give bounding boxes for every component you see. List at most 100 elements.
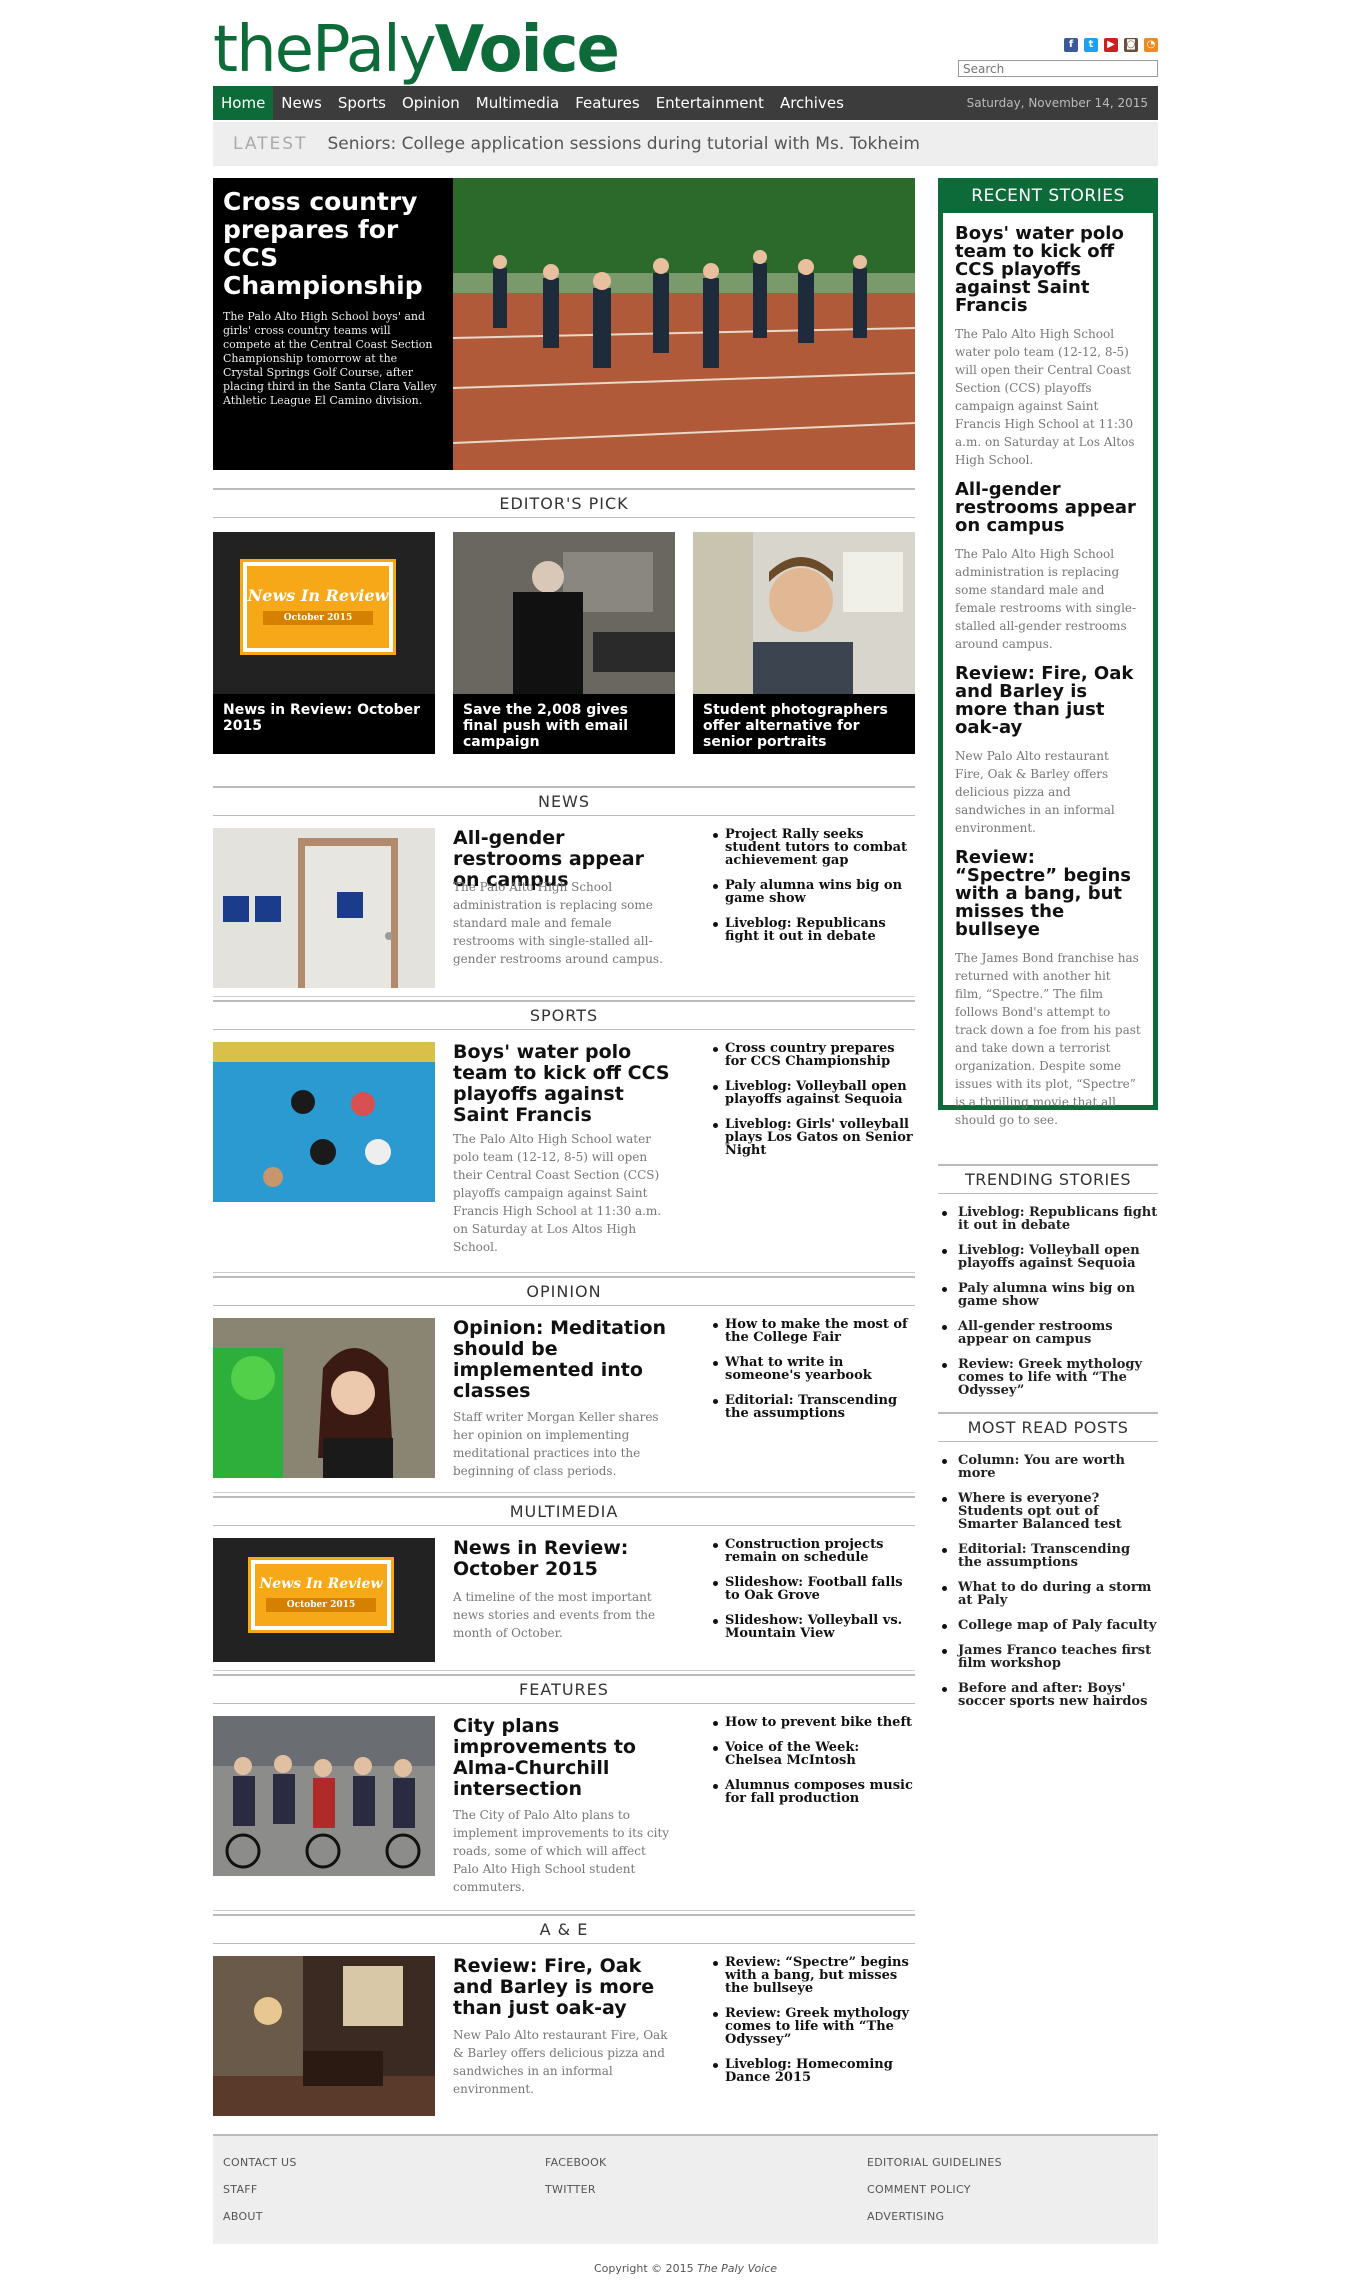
sports-title[interactable]: Boys' water polo team to kick off CCS pl… [453,1042,673,1126]
sports-link[interactable]: Liveblog: Volleyball open playoffs again… [713,1080,915,1106]
footer-twitter-link[interactable]: TWITTER [545,2183,596,2196]
divider [213,996,915,997]
search-input[interactable] [958,60,1158,77]
footer-facebook-link[interactable]: FACEBOOK [545,2156,607,2169]
sports-row: Boys' water polo team to kick off CCS pl… [213,1042,915,1262]
opinion-links: How to make the most of the College Fair… [713,1318,915,1432]
most-read-link[interactable]: What to do during a storm at Paly [938,1581,1158,1607]
hero-story[interactable]: Cross country prepares for CCS Champions… [213,178,915,470]
features-link[interactable]: How to prevent bike theft [713,1716,915,1729]
editors-pick-item[interactable]: Student photographers offer alternative … [693,532,915,754]
instagram-icon[interactable]: ◙ [1124,38,1138,52]
opinion-link[interactable]: What to write in someone's yearbook [713,1356,915,1382]
editors-pick-caption[interactable]: News in Review: October 2015 [213,694,435,754]
news-in-review-graphic: News In Review October 2015 [248,1557,394,1633]
trending-heading: TRENDING STORIES [938,1164,1158,1194]
youtube-icon[interactable]: ▶ [1104,38,1118,52]
editors-pick-item[interactable]: News In Review October 2015 News in Revi… [213,532,435,754]
copyright-name: The Paly Voice [697,2262,778,2275]
news-link[interactable]: Paly alumna wins big on game show [713,879,915,905]
trending-link[interactable]: Liveblog: Volleyball open playoffs again… [938,1244,1158,1270]
footer-advertising-link[interactable]: ADVERTISING [867,2210,944,2223]
features-title[interactable]: City plans improvements to Alma-Churchil… [453,1716,673,1800]
most-read-link[interactable]: Editorial: Transcending the assumptions [938,1543,1158,1569]
recent-story: Review: “Spectre” begins with a bang, bu… [943,849,1153,1129]
nav-home[interactable]: Home [213,86,274,120]
trending-link[interactable]: Paly alumna wins big on game show [938,1282,1158,1308]
nav-sports[interactable]: Sports [330,86,394,120]
footer-guidelines-link[interactable]: EDITORIAL GUIDELINES [867,2156,1002,2169]
recent-stories: RECENT STORIES Boys' water polo team to … [938,178,1158,1127]
sports-thumb[interactable] [213,1042,435,1202]
ae-link[interactable]: Liveblog: Homecoming Dance 2015 [713,2058,915,2084]
opinion-thumb[interactable] [213,1318,435,1478]
latest-ticker: LATEST Seniors: College application sess… [213,122,1158,166]
rss-icon[interactable]: ◔ [1144,38,1158,52]
recent-story-title[interactable]: All-gender restrooms appear on campus [955,481,1141,535]
ae-links: Review: “Spectre” begins with a bang, bu… [713,1956,915,2096]
ae-link[interactable]: Review: Greek mythology comes to life wi… [713,2007,915,2046]
trending-link[interactable]: All-gender restrooms appear on campus [938,1320,1158,1346]
multimedia-thumb[interactable]: News In Review October 2015 [213,1538,435,1662]
nav-archives[interactable]: Archives [772,86,852,120]
recent-story-title[interactable]: Review: Fire, Oak and Barley is more tha… [955,665,1141,737]
news-link[interactable]: Liveblog: Republicans fight it out in de… [713,917,915,943]
recent-story-title[interactable]: Boys' water polo team to kick off CCS pl… [955,225,1141,315]
nav-news[interactable]: News [273,86,330,120]
multimedia-row: News In Review October 2015 News in Revi… [213,1538,915,1668]
opinion-link[interactable]: How to make the most of the College Fair [713,1318,915,1344]
most-read-link[interactable]: College map of Paly faculty [938,1619,1158,1632]
news-row: All-gender restrooms appear on campus Th… [213,828,915,1008]
most-read-link[interactable]: Before and after: Boys' soccer sports ne… [938,1682,1158,1708]
news-links: Project Rally seeks student tutors to co… [713,828,915,955]
multimedia-links: Construction projects remain on schedule… [713,1538,915,1652]
most-read-link[interactable]: James Franco teaches first film workshop [938,1644,1158,1670]
ae-thumb[interactable] [213,1956,435,2116]
footer-contact-link[interactable]: CONTACT US [223,2156,297,2169]
ae-link[interactable]: Review: “Spectre” begins with a bang, bu… [713,1956,915,1995]
editors-pick-caption[interactable]: Save the 2,008 gives final push with ema… [453,694,675,754]
nav-entertainment[interactable]: Entertainment [648,86,772,120]
nav-opinion[interactable]: Opinion [394,86,468,120]
copyright: Copyright © 2015 The Paly Voice [213,2262,1158,2275]
most-read-link[interactable]: Column: You are worth more [938,1454,1158,1480]
news-heading: NEWS [213,786,915,816]
recent-story: Boys' water polo team to kick off CCS pl… [943,225,1153,469]
footer-about-link[interactable]: ABOUT [223,2210,263,2223]
ae-heading: A & E [213,1914,915,1944]
features-link[interactable]: Alumnus composes music for fall producti… [713,1779,915,1805]
opinion-title[interactable]: Opinion: Meditation should be implemente… [453,1318,673,1402]
most-read-link[interactable]: Where is everyone? Students opt out of S… [938,1492,1158,1531]
sports-links: Cross country prepares for CCS Champions… [713,1042,915,1169]
ae-row: Review: Fire, Oak and Barley is more tha… [213,1956,915,2126]
multimedia-link[interactable]: Slideshow: Volleyball vs. Mountain View [713,1614,915,1640]
trending-link[interactable]: Liveblog: Republicans fight it out in de… [938,1206,1158,1232]
nav-multimedia[interactable]: Multimedia [468,86,567,120]
editors-pick-caption[interactable]: Student photographers offer alternative … [693,694,915,754]
opinion-link[interactable]: Editorial: Transcending the assumptions [713,1394,915,1420]
sports-link[interactable]: Liveblog: Girls' volleyball plays Los Ga… [713,1118,915,1157]
ae-title[interactable]: Review: Fire, Oak and Barley is more tha… [453,1956,673,2019]
features-link[interactable]: Voice of the Week: Chelsea McIntosh [713,1741,915,1767]
footer-staff-link[interactable]: STAFF [223,2183,258,2196]
nav-features[interactable]: Features [567,86,648,120]
multimedia-link[interactable]: Construction projects remain on schedule [713,1538,915,1564]
sports-link[interactable]: Cross country prepares for CCS Champions… [713,1042,915,1068]
trending-list: Liveblog: Republicans fight it out in de… [938,1206,1158,1409]
recent-story-title[interactable]: Review: “Spectre” begins with a bang, bu… [955,849,1141,939]
facebook-icon[interactable]: f [1064,38,1078,52]
features-thumb[interactable] [213,1716,435,1876]
latest-link[interactable]: Seniors: College application sessions du… [327,134,919,154]
hero-image[interactable] [453,178,915,470]
twitter-icon[interactable]: t [1084,38,1098,52]
site-logo[interactable]: thePalyVoice [213,14,620,86]
news-link[interactable]: Project Rally seeks student tutors to co… [713,828,915,867]
footer-comment-policy-link[interactable]: COMMENT POLICY [867,2183,971,2196]
trending-link[interactable]: Review: Greek mythology comes to life wi… [938,1358,1158,1397]
editors-pick-item[interactable]: Save the 2,008 gives final push with ema… [453,532,675,754]
recent-story-summary: The Palo Alto High School water polo tea… [955,327,1135,467]
hero-title[interactable]: Cross country prepares for CCS Champions… [223,188,438,300]
multimedia-link[interactable]: Slideshow: Football falls to Oak Grove [713,1576,915,1602]
multimedia-title[interactable]: News in Review: October 2015 [453,1538,673,1580]
news-thumb[interactable] [213,828,435,988]
